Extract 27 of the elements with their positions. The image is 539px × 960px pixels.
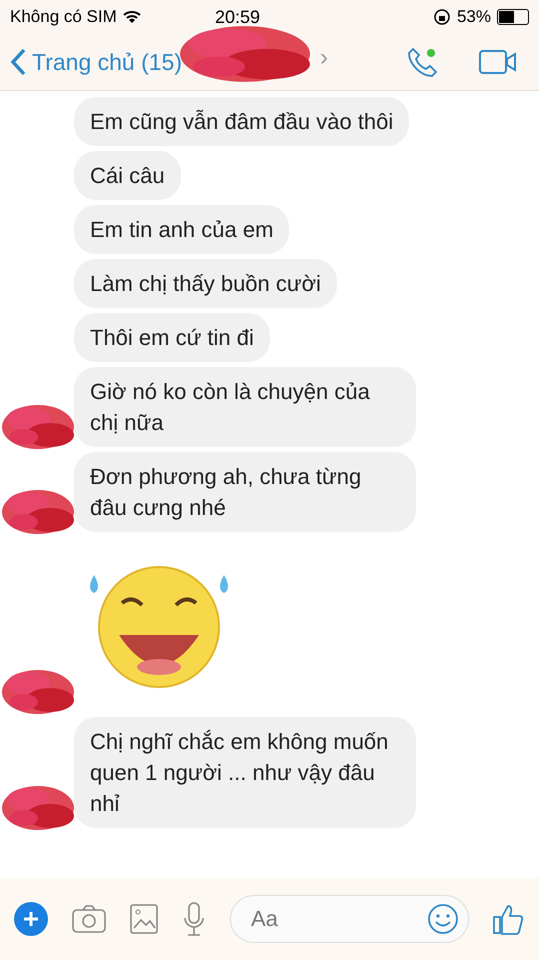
message-bubble: Cái câu <box>74 151 181 200</box>
camera-icon[interactable] <box>72 905 106 933</box>
message-bubble: Làm chị thấy buồn cười <box>74 259 337 308</box>
message-bubble: Đơn phương ah, chưa từng đâu cưng nhé <box>74 452 416 532</box>
message-bubble: Chị nghĩ chắc em không muốn quen 1 người ... như vậy đâu nhỉ <box>74 717 416 828</box>
chevron-icon[interactable]: › <box>320 44 328 72</box>
message-bubble: Giờ nó ko còn là chuyện của chị nữa <box>74 367 416 447</box>
message-input[interactable]: Aa <box>230 895 469 943</box>
battery-icon <box>497 9 529 25</box>
battery-percent: 53% <box>456 7 491 27</box>
smiley-icon[interactable] <box>427 903 459 935</box>
thumbs-up-icon[interactable] <box>493 903 525 935</box>
message-bubble: Thôi em cứ tin đi <box>74 313 270 362</box>
wifi-icon <box>122 10 141 24</box>
back-chevron-icon <box>10 48 26 76</box>
plus-icon <box>22 910 40 928</box>
clock-time: 20:59 <box>215 7 260 28</box>
phone-icon[interactable] <box>407 46 439 78</box>
image-icon[interactable] <box>130 904 158 934</box>
add-button[interactable] <box>14 902 48 936</box>
rotation-lock-icon <box>432 8 451 26</box>
back-button[interactable]: Trang chủ (15) <box>10 48 182 76</box>
microphone-icon[interactable] <box>182 902 206 936</box>
video-camera-icon[interactable] <box>479 49 517 75</box>
message-bubble: Em tin anh của em <box>74 205 290 254</box>
carrier-text: Không có SIM <box>10 7 117 27</box>
message-bubble: Em cũng vẫn đâm đầu vào thôi <box>74 97 410 146</box>
